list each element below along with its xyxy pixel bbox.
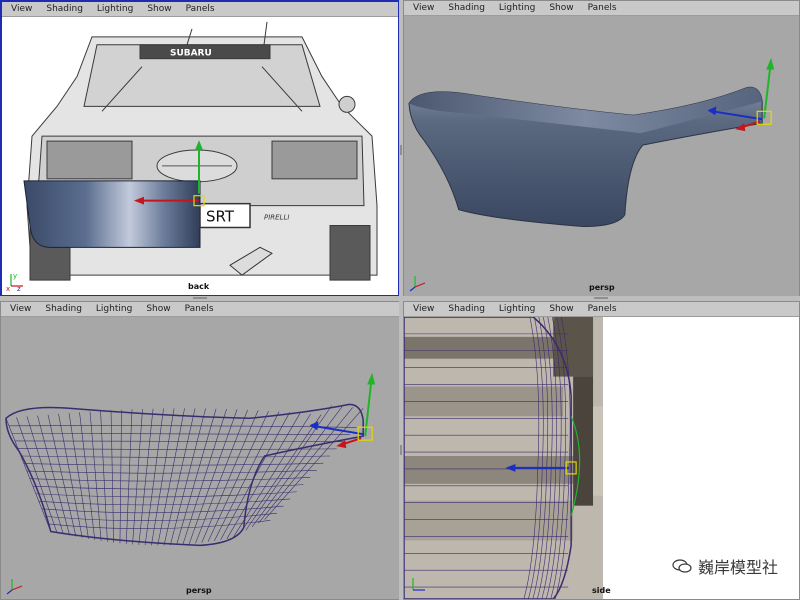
menu-view[interactable]: View xyxy=(408,302,439,316)
back-image-plane: SUBARU SRT PIRELLI xyxy=(2,17,398,295)
menu-view[interactable]: View xyxy=(6,2,37,16)
camera-label-side: side xyxy=(592,586,611,595)
svg-text:z: z xyxy=(17,285,21,292)
menu-show[interactable]: Show xyxy=(142,2,176,16)
camera-label-back: back xyxy=(188,282,210,291)
menu-panels[interactable]: Panels xyxy=(181,2,220,16)
svg-text:y: y xyxy=(13,272,17,280)
menu-shading[interactable]: Shading xyxy=(41,2,88,16)
menu-shading[interactable]: Shading xyxy=(40,302,87,316)
bumper-mesh-back xyxy=(23,180,201,248)
menu-shading[interactable]: Shading xyxy=(443,302,490,316)
axis-triad xyxy=(6,579,23,595)
menu-view[interactable]: View xyxy=(408,1,439,15)
viewport-persp-wireframe[interactable]: View Shading Lighting Show Panels persp xyxy=(0,301,400,600)
menu-panels[interactable]: Panels xyxy=(583,1,622,15)
axis-triad xyxy=(412,578,425,591)
sponsor-decal: PIRELLI xyxy=(264,214,289,222)
wechat-icon xyxy=(672,559,692,573)
menu-panels[interactable]: Panels xyxy=(180,302,219,316)
viewport-back[interactable]: View Shading Lighting Show Panels SUBARU… xyxy=(0,0,400,297)
license-plate: SRT xyxy=(206,208,235,226)
viewport-menubar: View Shading Lighting Show Panels xyxy=(1,302,399,317)
pane-splitter-horizontal[interactable] xyxy=(0,296,800,301)
watermark: 巍岸模型社 xyxy=(672,554,778,578)
subaru-badge: SUBARU xyxy=(170,49,212,59)
axis-triad xyxy=(409,276,426,292)
svg-text:x: x xyxy=(6,285,10,292)
watermark-text: 巍岸模型社 xyxy=(697,558,778,577)
viewport-menubar: View Shading Lighting Show Panels xyxy=(404,302,799,317)
menu-lighting[interactable]: Lighting xyxy=(494,1,540,15)
menu-show[interactable]: Show xyxy=(544,1,578,15)
menu-lighting[interactable]: Lighting xyxy=(494,302,540,316)
menu-lighting[interactable]: Lighting xyxy=(92,2,138,16)
menu-show[interactable]: Show xyxy=(141,302,175,316)
camera-label-persp: persp xyxy=(186,586,212,595)
viewport-persp-shaded[interactable]: View Shading Lighting Show Panels persp xyxy=(403,0,800,297)
viewport-menubar: View Shading Lighting Show Panels xyxy=(2,2,398,17)
viewport-menubar: View Shading Lighting Show Panels xyxy=(404,1,799,16)
menu-show[interactable]: Show xyxy=(544,302,578,316)
menu-view[interactable]: View xyxy=(5,302,36,316)
axis-triad: y x z xyxy=(6,272,23,292)
menu-panels[interactable]: Panels xyxy=(583,302,622,316)
menu-lighting[interactable]: Lighting xyxy=(91,302,137,316)
camera-label-persp: persp xyxy=(589,283,615,292)
menu-shading[interactable]: Shading xyxy=(443,1,490,15)
